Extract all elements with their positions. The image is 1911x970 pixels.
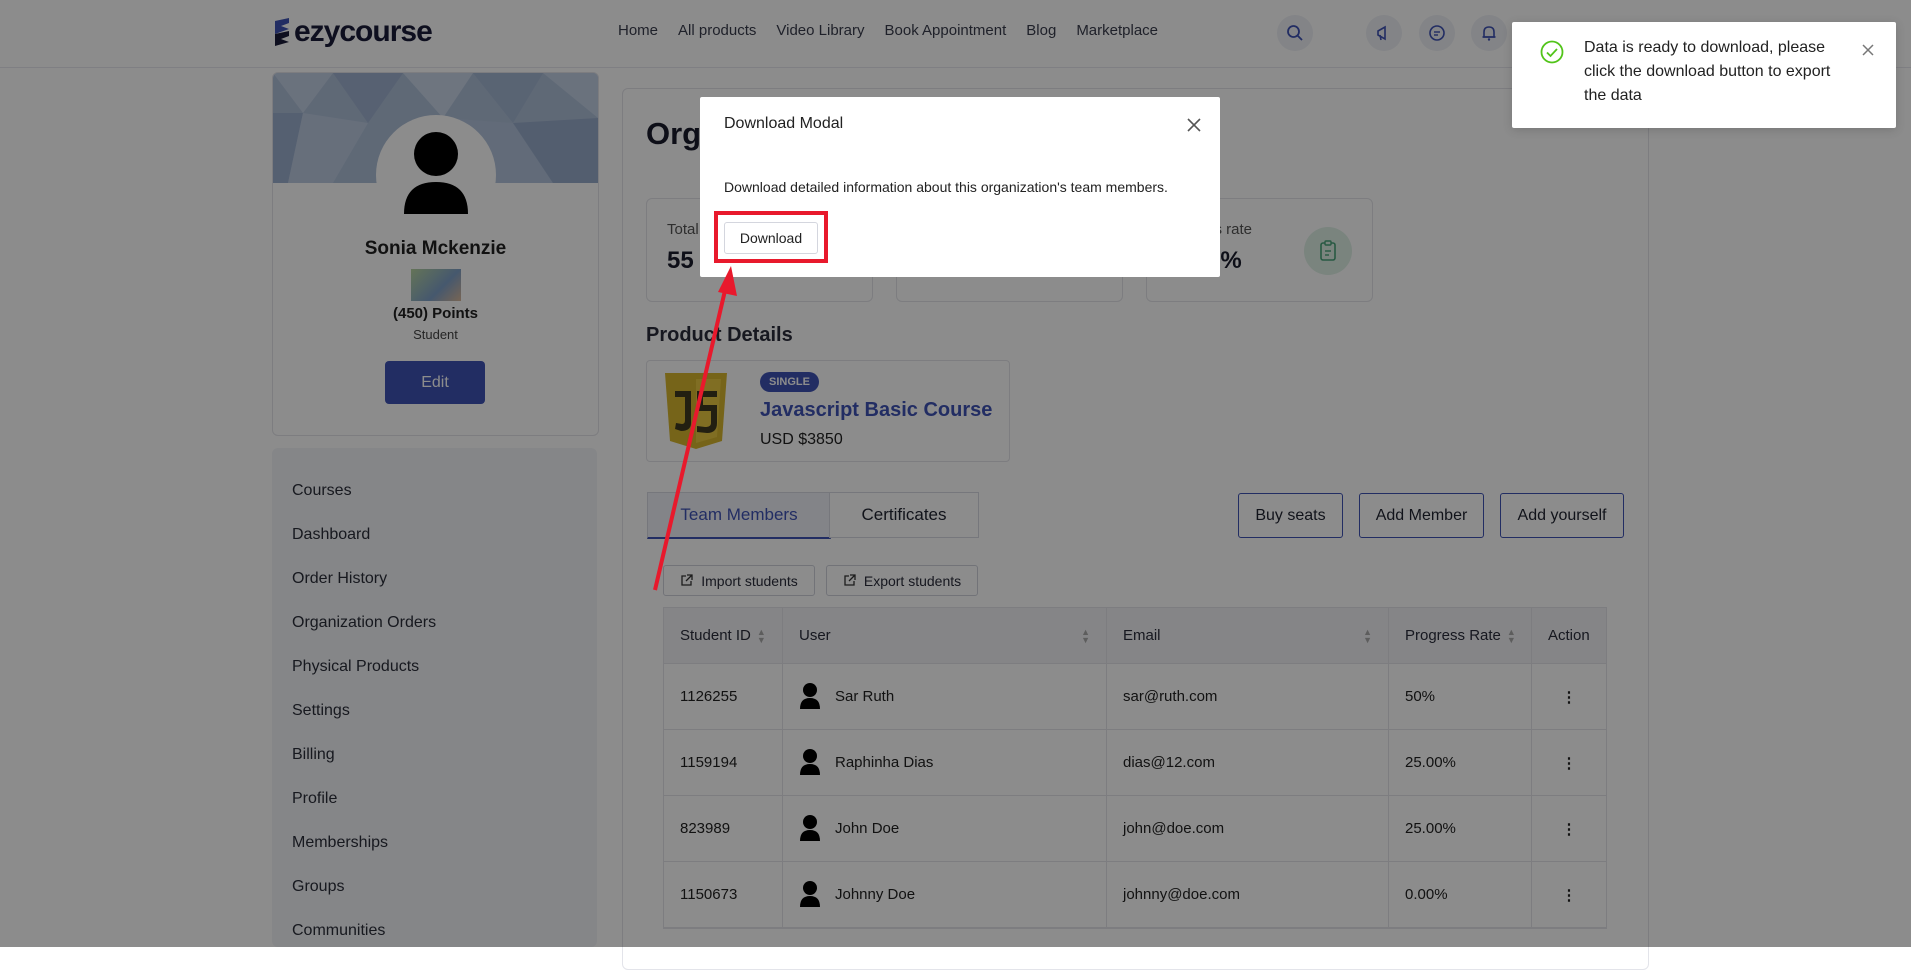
toast-message: Data is ready to download, please click …	[1584, 39, 1831, 104]
close-icon[interactable]	[1860, 42, 1876, 58]
page: ezycourse Home All products Video Librar…	[0, 0, 1911, 970]
check-circle-icon	[1540, 40, 1564, 64]
modal-description: Download detailed information about this…	[724, 179, 1168, 195]
success-toast: Data is ready to download, please click …	[1512, 22, 1896, 128]
close-icon[interactable]	[1184, 115, 1204, 135]
download-button-highlight	[714, 211, 828, 263]
modal-title: Download Modal	[724, 115, 844, 132]
